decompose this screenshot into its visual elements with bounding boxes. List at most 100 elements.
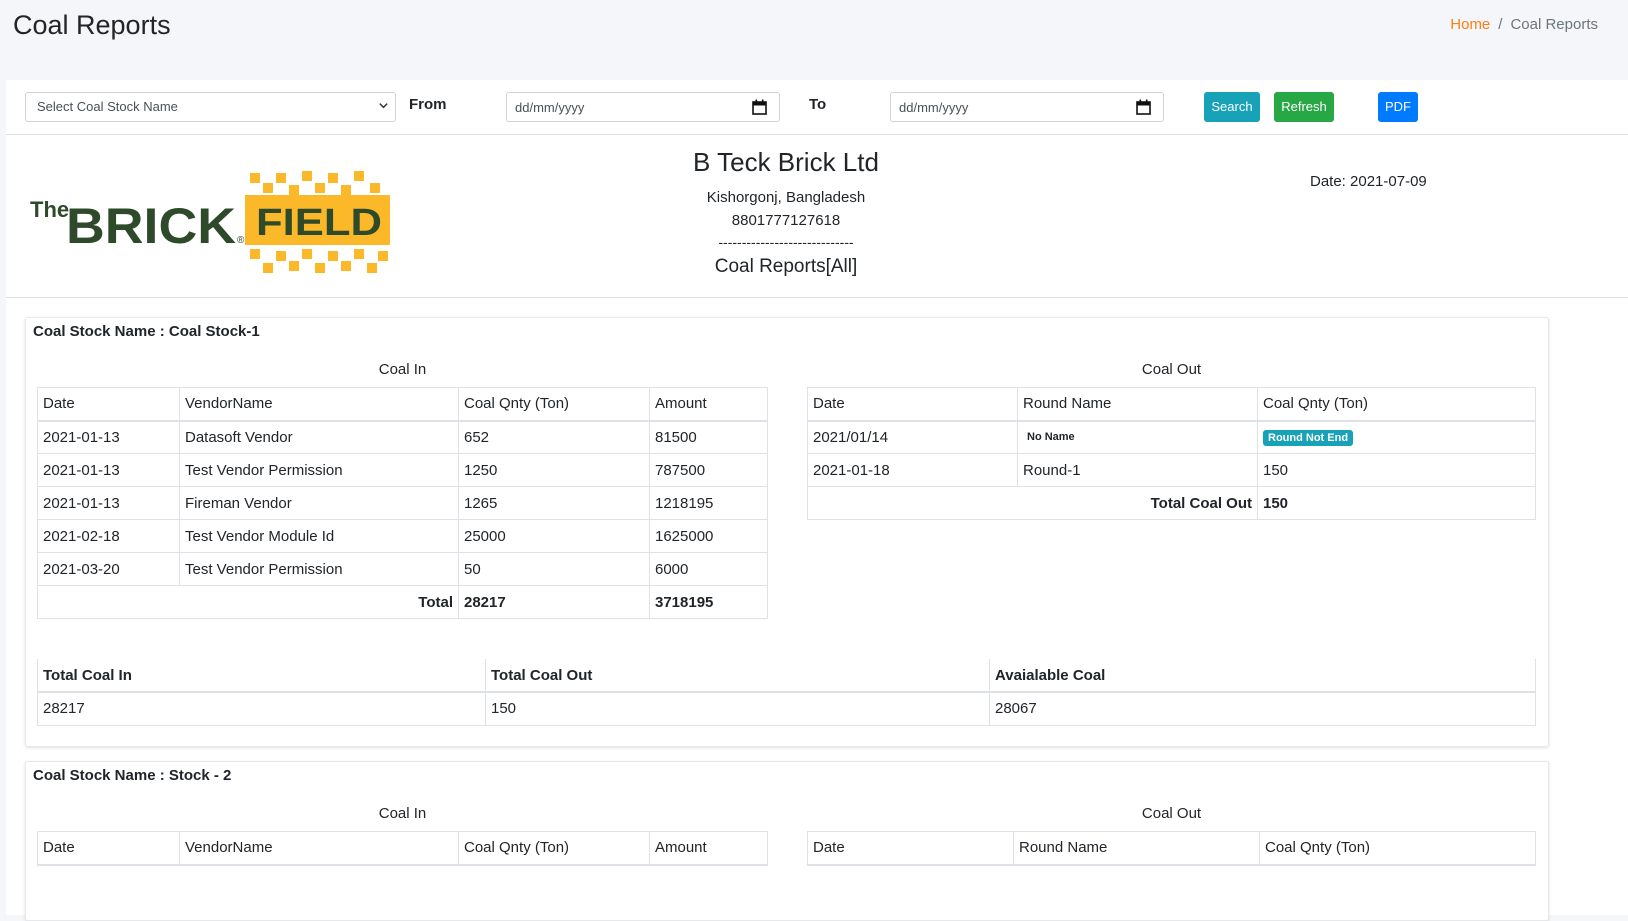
- cell: Test Vendor Module Id: [179, 519, 459, 553]
- col-header: Total Coal In: [37, 659, 486, 693]
- coal-stock-select[interactable]: Select Coal Stock Name: [25, 92, 396, 122]
- col-header: Amount: [649, 387, 768, 422]
- report-title: Coal Reports[All]: [714, 256, 858, 277]
- logo-field-text: FIELD: [256, 202, 382, 244]
- col-header: Round Name: [1013, 831, 1260, 866]
- total-qty: 150: [1257, 486, 1536, 520]
- cell: 652: [458, 420, 650, 454]
- cell: Round-1: [1017, 453, 1258, 487]
- col-header: Avaialable Coal: [989, 659, 1536, 693]
- cell: 28067: [989, 691, 1536, 726]
- total-row: Total Coal Out 150: [807, 486, 1536, 520]
- table-header-row: Total Coal In Total Coal Out Avaialable …: [37, 659, 1536, 693]
- cell: 6000: [649, 552, 768, 586]
- logo-brick-text: BRICK: [66, 198, 236, 254]
- cell: 50: [458, 552, 650, 586]
- col-header: Date: [807, 387, 1018, 422]
- cell: Datasoft Vendor: [179, 420, 459, 454]
- status-badge: Round Not End: [1263, 430, 1354, 447]
- coal-out-caption: Coal Out: [1141, 361, 1202, 378]
- total-qty: 28217: [458, 585, 650, 619]
- col-header: Amount: [649, 831, 768, 866]
- cell: 2021-01-13: [37, 486, 180, 520]
- cell: 2021/01/14: [807, 420, 1018, 454]
- col-header: VendorName: [179, 831, 459, 866]
- col-header: Coal Qnty (Ton): [1257, 387, 1536, 422]
- breadcrumb-current: Coal Reports: [1510, 16, 1598, 33]
- cell: 787500: [649, 453, 768, 487]
- report-date: Date: 2021-07-09: [1310, 173, 1427, 190]
- col-header: Total Coal Out: [485, 659, 990, 693]
- coal-in-caption: Coal In: [378, 361, 427, 378]
- table-row: 2021-03-20 Test Vendor Permission 50 6000: [37, 552, 768, 586]
- cell: 28217: [37, 691, 486, 726]
- stock-card: Coal Stock Name : Coal Stock-1 Coal In C…: [25, 317, 1549, 747]
- cell: 150: [485, 691, 990, 726]
- col-header: Coal Qnty (Ton): [458, 831, 650, 866]
- coal-in-caption: Coal In: [378, 805, 427, 822]
- chevron-down-icon: [379, 103, 388, 109]
- col-header: Round Name: [1017, 387, 1258, 422]
- company-name: B Teck Brick Ltd: [693, 147, 879, 177]
- cell: 150: [1257, 453, 1536, 487]
- total-label: Total Coal Out: [807, 486, 1258, 520]
- cell: Round Not End: [1257, 420, 1536, 454]
- table-row: 2021-01-13 Fireman Vendor 1265 1218195: [37, 486, 768, 520]
- cell: Test Vendor Permission: [179, 453, 459, 487]
- breadcrumb-home-link[interactable]: Home: [1450, 16, 1490, 33]
- col-header: Coal Qnty (Ton): [458, 387, 650, 422]
- to-date-placeholder: dd/mm/yyyy: [899, 100, 969, 115]
- logo-the-text: The: [30, 197, 69, 222]
- cell: 25000: [458, 519, 650, 553]
- cell: Fireman Vendor: [179, 486, 459, 520]
- summary-table: Total Coal In Total Coal Out Avaialable …: [37, 659, 1536, 726]
- company-address: Kishorgonj, Bangladesh: [706, 189, 866, 206]
- table-row: 2021-02-18 Test Vendor Module Id 25000 1625…: [37, 519, 768, 553]
- coal-in-table: Date VendorName Coal Qnty (Ton) Amount 2…: [37, 387, 768, 619]
- total-row: Total 28217 3718195: [37, 585, 768, 619]
- table-row: 2021-01-13 Test Vendor Permission 1250 7875…: [37, 453, 768, 487]
- table-header-row: Date VendorName Coal Qnty (Ton) Amount: [37, 831, 768, 866]
- cell: 2021-03-20: [37, 552, 180, 586]
- table-header-row: Date Round Name Coal Qnty (Ton): [807, 387, 1536, 422]
- breadcrumb: Home / Coal Reports: [1450, 16, 1598, 33]
- filter-bar: Select Coal Stock Name From dd/mm/yyyy T…: [6, 80, 1628, 135]
- total-label: Total: [37, 585, 459, 619]
- col-header: Date: [37, 387, 180, 422]
- col-header: Date: [37, 831, 180, 866]
- brick-field-logo: The BRICK ® FIELD: [30, 171, 390, 273]
- cell: 1218195: [649, 486, 768, 520]
- logo-registered-mark: ®: [237, 235, 245, 246]
- coal-out-caption: Coal Out: [1141, 805, 1202, 822]
- from-label: From: [409, 96, 447, 113]
- stock-title: Coal Stock Name : Coal Stock-1: [33, 323, 260, 340]
- cell: 2021-01-13: [37, 453, 180, 487]
- table-header-row: Date Round Name Coal Qnty (Ton): [807, 831, 1536, 866]
- col-header: VendorName: [179, 387, 459, 422]
- cell: 1250: [458, 453, 650, 487]
- col-header: Coal Qnty (Ton): [1259, 831, 1536, 866]
- calendar-icon[interactable]: [1136, 99, 1151, 115]
- coal-out-table: Date Round Name Coal Qnty (Ton): [807, 831, 1536, 866]
- to-date-input[interactable]: dd/mm/yyyy: [890, 92, 1164, 122]
- divider-dashes: -----------------------------: [718, 234, 854, 250]
- cell: 1265: [458, 486, 650, 520]
- cell: Test Vendor Permission: [179, 552, 459, 586]
- report-card: Select Coal Stock Name From dd/mm/yyyy T…: [6, 80, 1628, 921]
- table-header-row: Date VendorName Coal Qnty (Ton) Amount: [37, 387, 768, 422]
- breadcrumb-separator: /: [1498, 16, 1503, 33]
- from-date-placeholder: dd/mm/yyyy: [515, 100, 585, 115]
- cell: 81500: [649, 420, 768, 454]
- stock-title: Coal Stock Name : Stock - 2: [33, 767, 232, 784]
- refresh-button[interactable]: Refresh: [1274, 92, 1334, 122]
- from-date-input[interactable]: dd/mm/yyyy: [506, 92, 780, 122]
- coal-stock-select-value: Select Coal Stock Name: [37, 99, 178, 114]
- table-row: 28217 150 28067: [37, 691, 1536, 726]
- calendar-icon[interactable]: [752, 99, 767, 115]
- cell: 2021-01-18: [807, 453, 1018, 487]
- cell: 2021-01-13: [37, 420, 180, 454]
- table-row: 2021-01-18 Round-1 150: [807, 453, 1536, 487]
- to-label: To: [809, 96, 827, 113]
- search-button[interactable]: Search: [1204, 92, 1260, 122]
- pdf-button[interactable]: PDF: [1378, 92, 1418, 122]
